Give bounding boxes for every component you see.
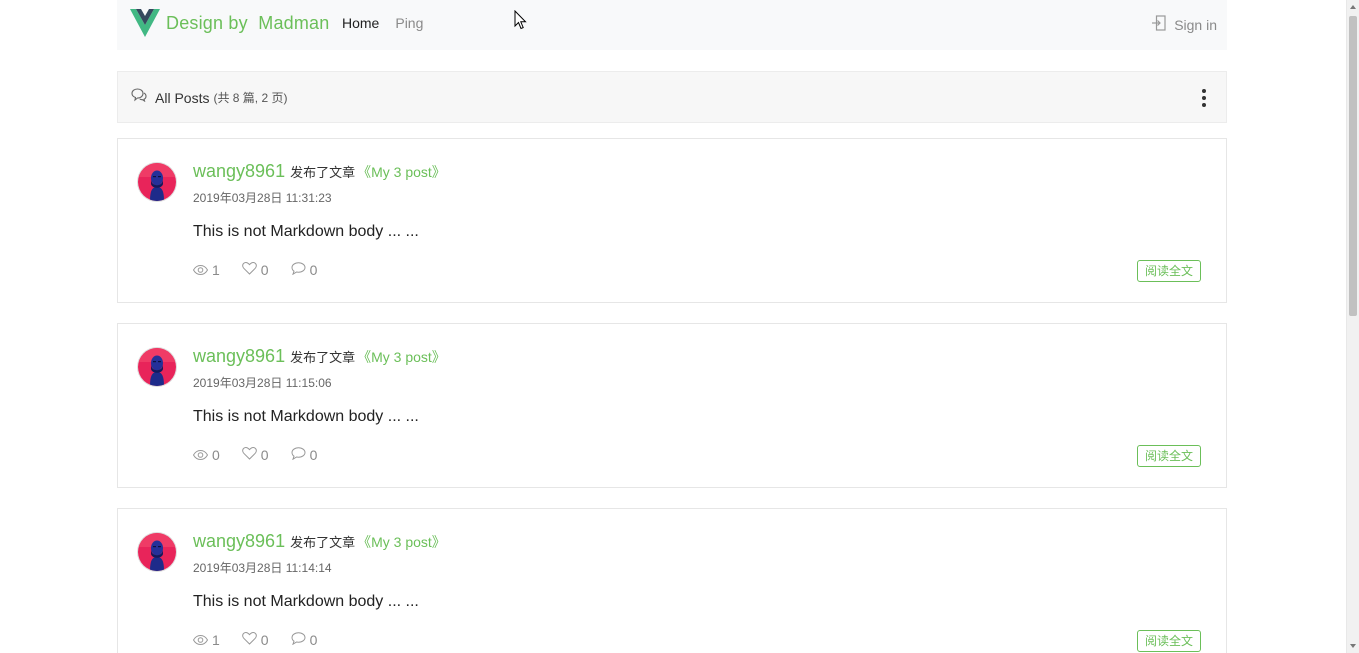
likes-count: 0 — [260, 632, 269, 648]
scroll-up-icon[interactable] — [1350, 5, 1356, 9]
likes-stat[interactable]: 0 — [241, 262, 269, 278]
page: Design by Madman Home Ping Sign in All P… — [0, 0, 1359, 653]
post-card: wangy8961 发布了文章 《My 3 post》 2019年03月28日 … — [117, 138, 1227, 303]
post-title-link[interactable]: 《My 3 post》 — [357, 532, 446, 552]
views-count: 1 — [212, 262, 220, 278]
author-link[interactable]: wangy8961 — [193, 161, 285, 182]
comments-icon — [131, 88, 155, 107]
views-count: 1 — [212, 632, 220, 648]
post-title-link[interactable]: 《My 3 post》 — [357, 347, 446, 367]
heart-icon — [241, 632, 261, 648]
post-title-link[interactable]: 《My 3 post》 — [357, 162, 446, 182]
posts-header: All Posts (共 8 篇, 2 页) — [117, 71, 1227, 123]
sign-in-link[interactable]: Sign in — [1152, 15, 1217, 34]
nav-link-ping[interactable]: Ping — [395, 15, 423, 31]
comment-icon — [291, 262, 310, 278]
post-body: This is not Markdown body ... ... — [193, 593, 419, 610]
read-more-button[interactable]: 阅读全文 — [1136, 630, 1201, 652]
post-body: This is not Markdown body ... ... — [193, 408, 419, 425]
nav-links: Home Ping — [342, 15, 439, 31]
views-stat: 1 — [192, 262, 220, 278]
post-stats: 1 0 0 — [192, 632, 339, 648]
comments-stat[interactable]: 0 — [291, 632, 318, 648]
post-stats: 0 0 0 — [192, 447, 339, 463]
sign-in-label: Sign in — [1174, 16, 1217, 33]
views-count: 0 — [212, 447, 220, 463]
navbar: Design by Madman Home Ping Sign in — [117, 0, 1227, 50]
posts-count: (共 8 篇, 2 页) — [213, 91, 288, 105]
post-body: This is not Markdown body ... ... — [193, 223, 419, 240]
sign-in-icon — [1152, 15, 1174, 34]
post-timestamp: 2019年03月28日 11:31:23 — [193, 191, 332, 205]
likes-stat[interactable]: 0 — [241, 447, 269, 463]
eye-icon — [192, 632, 212, 648]
eye-icon — [192, 262, 212, 278]
avatar[interactable] — [138, 163, 176, 201]
post-head: wangy8961 发布了文章 《My 3 post》 — [193, 161, 446, 182]
read-more-button[interactable]: 阅读全文 — [1136, 445, 1201, 467]
comments-count: 0 — [309, 447, 318, 463]
brand-text: Design by Madman — [166, 12, 330, 33]
views-stat: 0 — [192, 447, 220, 463]
heart-icon — [241, 262, 261, 278]
avatar[interactable] — [138, 348, 176, 386]
scroll-down-icon[interactable] — [1350, 644, 1356, 648]
author-link[interactable]: wangy8961 — [193, 531, 285, 552]
post-stats: 1 0 0 — [192, 262, 339, 278]
author-link[interactable]: wangy8961 — [193, 346, 285, 367]
post-head: wangy8961 发布了文章 《My 3 post》 — [193, 346, 446, 367]
comment-icon — [291, 447, 310, 463]
brand-link[interactable]: Design by Madman — [130, 8, 329, 38]
read-more-button[interactable]: 阅读全文 — [1136, 260, 1201, 282]
eye-icon — [192, 447, 212, 463]
avatar[interactable] — [138, 533, 176, 571]
likes-count: 0 — [260, 447, 269, 463]
comments-count: 0 — [309, 262, 318, 278]
comment-icon — [291, 632, 310, 648]
post-action: 发布了文章 — [290, 350, 356, 365]
vertical-scrollbar[interactable] — [1346, 0, 1359, 653]
post-head: wangy8961 发布了文章 《My 3 post》 — [193, 531, 446, 552]
likes-stat[interactable]: 0 — [241, 632, 269, 648]
main-container: Design by Madman Home Ping Sign in All P… — [117, 0, 1227, 653]
comments-count: 0 — [309, 632, 318, 648]
vue-logo-icon — [130, 9, 160, 37]
kebab-menu-icon[interactable] — [1200, 89, 1208, 107]
nav-link-home[interactable]: Home — [342, 15, 379, 31]
comments-stat[interactable]: 0 — [291, 262, 318, 278]
scrollbar-thumb[interactable] — [1349, 16, 1357, 316]
post-action: 发布了文章 — [290, 535, 356, 550]
post-action: 发布了文章 — [290, 165, 356, 180]
post-card: wangy8961 发布了文章 《My 3 post》 2019年03月28日 … — [117, 508, 1227, 653]
post-card: wangy8961 发布了文章 《My 3 post》 2019年03月28日 … — [117, 323, 1227, 488]
post-timestamp: 2019年03月28日 11:14:14 — [193, 561, 332, 575]
posts-title-wrap: All Posts (共 8 篇, 2 页) — [131, 88, 287, 107]
likes-count: 0 — [260, 262, 269, 278]
heart-icon — [241, 447, 261, 463]
views-stat: 1 — [192, 632, 220, 648]
posts-title: All Posts — [155, 89, 210, 106]
comments-stat[interactable]: 0 — [291, 447, 318, 463]
post-timestamp: 2019年03月28日 11:15:06 — [193, 376, 332, 390]
